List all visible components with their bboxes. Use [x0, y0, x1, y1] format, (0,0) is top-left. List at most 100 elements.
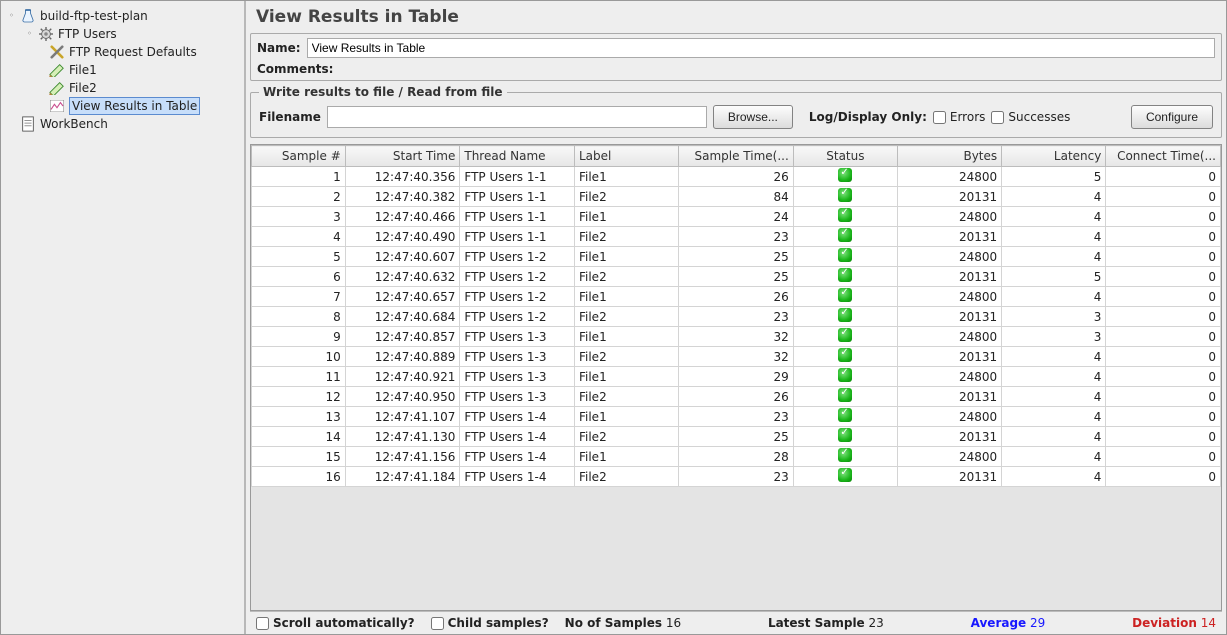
tree-item-thread-group[interactable]: ◦ FTP Users — [7, 25, 240, 43]
table-row[interactable]: 312:47:40.466FTP Users 1-1File1242480040 — [252, 207, 1221, 227]
tree-item-workbench[interactable]: ◦ WorkBench — [7, 115, 240, 133]
cell-sampletime: 32 — [679, 347, 794, 367]
col-status[interactable]: Status — [793, 146, 897, 167]
cell-status — [793, 167, 897, 187]
col-latency[interactable]: Latency — [1002, 146, 1106, 167]
cell-start: 12:47:40.657 — [345, 287, 460, 307]
table-row[interactable]: 612:47:40.632FTP Users 1-2File2252013150 — [252, 267, 1221, 287]
cell-start: 12:47:40.382 — [345, 187, 460, 207]
results-table-wrap: Sample # Start Time Thread Name Label Sa… — [250, 144, 1222, 611]
average-label: Average — [971, 616, 1027, 630]
cell-bytes: 20131 — [897, 427, 1001, 447]
tree-item-file1[interactable]: File1 — [7, 61, 240, 79]
table-row[interactable]: 1512:47:41.156FTP Users 1-4File128248004… — [252, 447, 1221, 467]
cell-label: File1 — [574, 407, 678, 427]
filename-input[interactable] — [327, 106, 707, 128]
tree-item-file2[interactable]: File2 — [7, 79, 240, 97]
col-connect[interactable]: Connect Time(... — [1106, 146, 1221, 167]
tree-item-listener[interactable]: View Results in Table — [7, 97, 240, 115]
cell-thread: FTP Users 1-3 — [460, 327, 575, 347]
cell-sample: 8 — [252, 307, 346, 327]
cell-sampletime: 23 — [679, 227, 794, 247]
child-samples-checkbox[interactable]: Child samples? — [431, 616, 549, 630]
col-sample[interactable]: Sample # — [252, 146, 346, 167]
cell-bytes: 24800 — [897, 447, 1001, 467]
scroll-auto-checkbox[interactable]: Scroll automatically? — [256, 616, 415, 630]
col-bytes[interactable]: Bytes — [897, 146, 1001, 167]
latest-sample-stat: Latest Sample 23 — [768, 616, 884, 630]
cell-label: File2 — [574, 427, 678, 447]
success-icon — [838, 468, 852, 482]
table-row[interactable]: 1212:47:40.950FTP Users 1-3File226201314… — [252, 387, 1221, 407]
table-row[interactable]: 1012:47:40.889FTP Users 1-3File232201314… — [252, 347, 1221, 367]
scroll-auto-label: Scroll automatically? — [273, 616, 415, 630]
latest-sample-value: 23 — [869, 616, 884, 630]
table-row[interactable]: 912:47:40.857FTP Users 1-3File1322480030 — [252, 327, 1221, 347]
cell-sampletime: 24 — [679, 207, 794, 227]
average-stat: Average 29 — [971, 616, 1046, 630]
col-sampletime[interactable]: Sample Time(... — [679, 146, 794, 167]
successes-checkbox[interactable]: Successes — [991, 110, 1070, 124]
cell-sampletime: 25 — [679, 427, 794, 447]
table-row[interactable]: 1612:47:41.184FTP Users 1-4File223201314… — [252, 467, 1221, 487]
sampler-icon — [49, 62, 65, 78]
cell-connect: 0 — [1106, 267, 1221, 287]
cell-start: 12:47:40.889 — [345, 347, 460, 367]
workbench-icon — [20, 116, 36, 132]
cell-start: 12:47:40.684 — [345, 307, 460, 327]
success-icon — [838, 388, 852, 402]
cell-latency: 4 — [1002, 447, 1106, 467]
latest-sample-label: Latest Sample — [768, 616, 865, 630]
browse-button[interactable]: Browse... — [713, 105, 793, 129]
cell-connect: 0 — [1106, 227, 1221, 247]
expand-toggle-icon[interactable]: ◦ — [25, 30, 34, 39]
tree-label: View Results in Table — [69, 97, 200, 115]
cell-start: 12:47:41.184 — [345, 467, 460, 487]
cell-latency: 4 — [1002, 207, 1106, 227]
test-plan-icon — [20, 8, 36, 24]
comments-row: Comments: — [253, 60, 1219, 78]
cell-thread: FTP Users 1-3 — [460, 367, 575, 387]
success-icon — [838, 188, 852, 202]
cell-sample: 10 — [252, 347, 346, 367]
cell-sample: 3 — [252, 207, 346, 227]
tree-item-defaults[interactable]: FTP Request Defaults — [7, 43, 240, 61]
successes-checkbox-input[interactable] — [991, 111, 1004, 124]
col-start[interactable]: Start Time — [345, 146, 460, 167]
table-row[interactable]: 712:47:40.657FTP Users 1-2File1262480040 — [252, 287, 1221, 307]
table-row[interactable]: 812:47:40.684FTP Users 1-2File2232013130 — [252, 307, 1221, 327]
write-results-fieldset: Write results to file / Read from file F… — [250, 85, 1222, 138]
table-row[interactable]: 112:47:40.356FTP Users 1-1File1262480050 — [252, 167, 1221, 187]
col-thread[interactable]: Thread Name — [460, 146, 575, 167]
cell-start: 12:47:40.490 — [345, 227, 460, 247]
success-icon — [838, 208, 852, 222]
cell-connect: 0 — [1106, 387, 1221, 407]
table-row[interactable]: 512:47:40.607FTP Users 1-2File1252480040 — [252, 247, 1221, 267]
name-input[interactable] — [307, 38, 1215, 58]
cell-latency: 3 — [1002, 307, 1106, 327]
average-value: 29 — [1030, 616, 1045, 630]
config-defaults-icon — [49, 44, 65, 60]
cell-label: File1 — [574, 167, 678, 187]
cell-latency: 4 — [1002, 427, 1106, 447]
child-samples-checkbox-input[interactable] — [431, 617, 444, 630]
table-row[interactable]: 212:47:40.382FTP Users 1-1File2842013140 — [252, 187, 1221, 207]
col-label[interactable]: Label — [574, 146, 678, 167]
cell-sampletime: 28 — [679, 447, 794, 467]
success-icon — [838, 408, 852, 422]
table-row[interactable]: 1312:47:41.107FTP Users 1-4File123248004… — [252, 407, 1221, 427]
cell-sample: 14 — [252, 427, 346, 447]
table-row[interactable]: 1412:47:41.130FTP Users 1-4File225201314… — [252, 427, 1221, 447]
cell-sample: 7 — [252, 287, 346, 307]
errors-checkbox[interactable]: Errors — [933, 110, 986, 124]
table-row[interactable]: 1112:47:40.921FTP Users 1-3File129248004… — [252, 367, 1221, 387]
cell-bytes: 24800 — [897, 207, 1001, 227]
cell-latency: 4 — [1002, 287, 1106, 307]
configure-button[interactable]: Configure — [1131, 105, 1213, 129]
table-row[interactable]: 412:47:40.490FTP Users 1-1File2232013140 — [252, 227, 1221, 247]
errors-checkbox-input[interactable] — [933, 111, 946, 124]
tree-item-test-plan[interactable]: ◦ build-ftp-test-plan — [7, 7, 240, 25]
expand-toggle-icon[interactable]: ◦ — [7, 12, 16, 21]
cell-sample: 1 — [252, 167, 346, 187]
scroll-auto-checkbox-input[interactable] — [256, 617, 269, 630]
